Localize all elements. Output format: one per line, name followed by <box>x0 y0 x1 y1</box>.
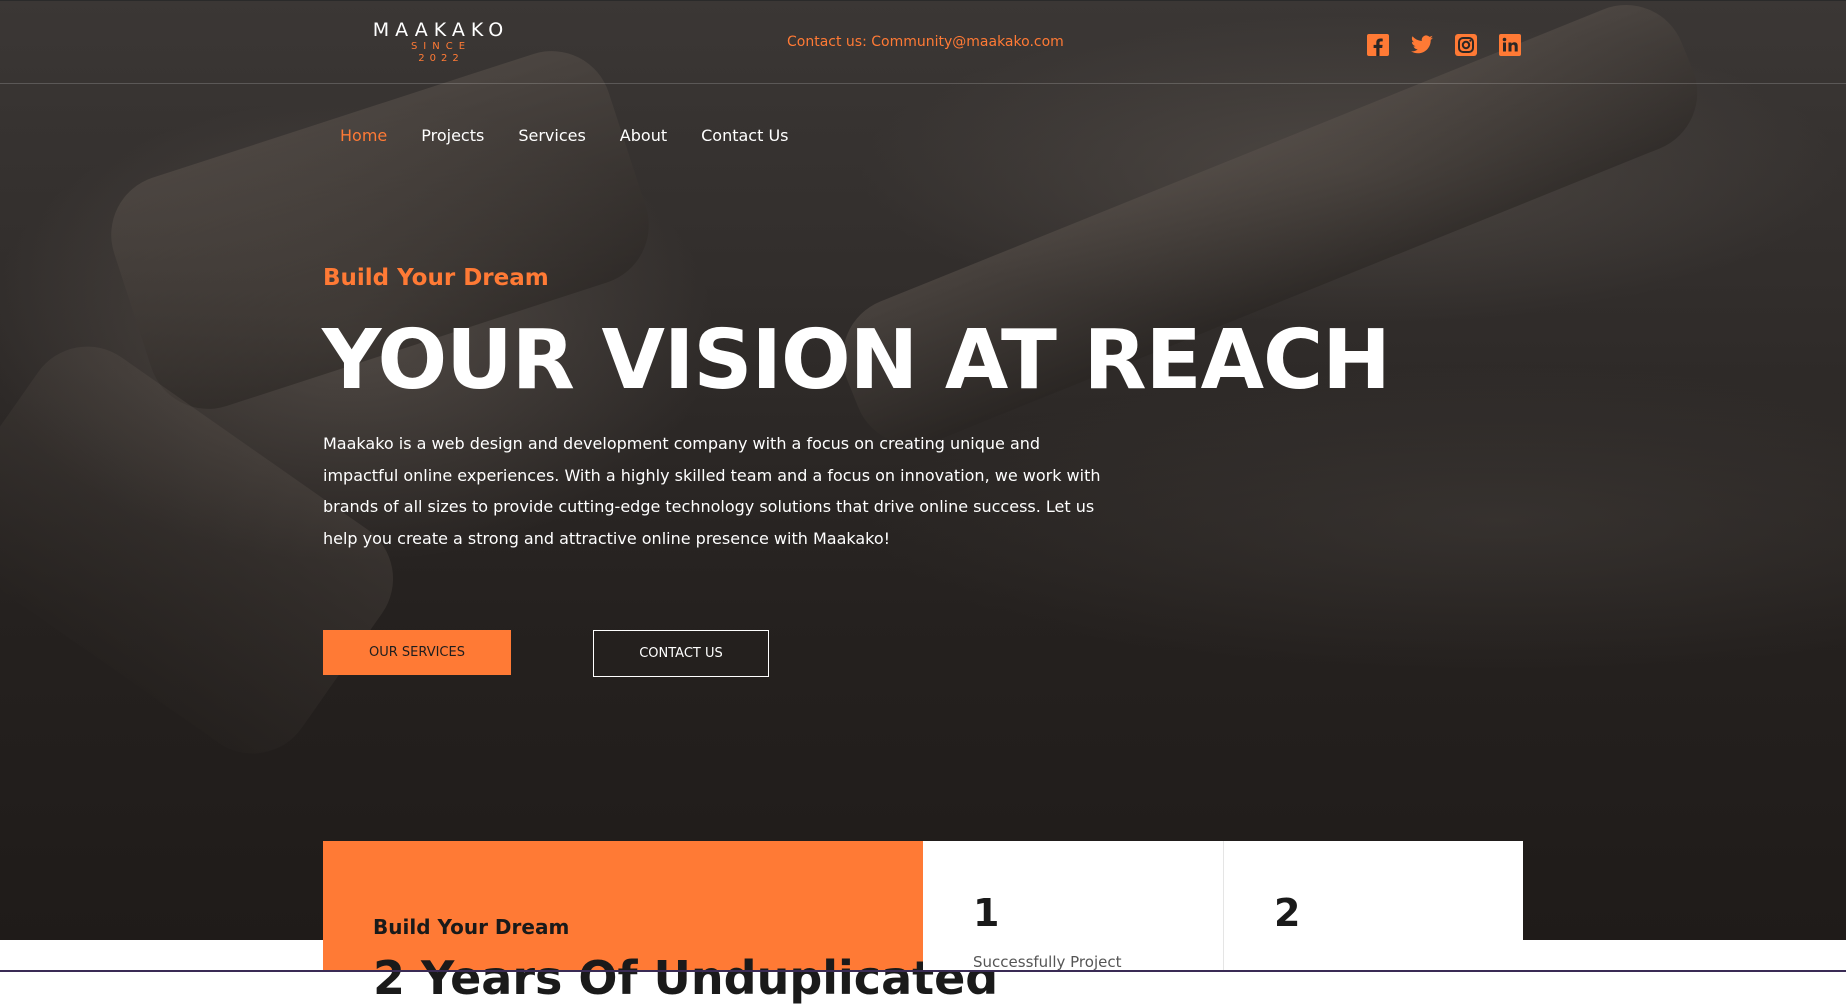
hero-description: Maakako is a web design and development … <box>323 434 1101 548</box>
instagram-icon[interactable] <box>1454 33 1478 57</box>
stats-highlight-panel: Build Your Dream 2 Years Of Unduplicated <box>323 841 998 1005</box>
stats-section: Build Your Dream 2 Years Of Unduplicated… <box>323 841 1523 1005</box>
nav-item-services[interactable]: Services <box>518 126 585 146</box>
twitter-icon[interactable] <box>1410 33 1434 57</box>
hero-headline: YOUR VISION AT REACH <box>322 313 1391 408</box>
nav-item-projects[interactable]: Projects <box>421 126 484 146</box>
hero-eyebrow: Build Your Dream <box>323 265 549 291</box>
logo[interactable]: MAAKAKO SINCE 2022 <box>363 19 519 65</box>
facebook-icon[interactable] <box>1366 33 1390 57</box>
main-nav: Home Projects Services About Contact Us <box>340 126 823 146</box>
nav-item-about[interactable]: About <box>620 126 667 146</box>
linkedin-icon[interactable] <box>1498 33 1522 57</box>
stat-number: 2 <box>1274 891 1301 935</box>
top-bar: MAAKAKO SINCE 2022 Contact us: Community… <box>0 0 1846 84</box>
stat-label: Successfully Project <box>973 953 1122 971</box>
nav-item-home[interactable]: Home <box>340 126 387 146</box>
stat-card: 1 Successfully Project <box>923 841 1223 972</box>
stats-heading: 2 Years Of Unduplicated <box>373 951 999 1005</box>
header-contact[interactable]: Contact us: Community@maakako.com <box>787 34 1064 50</box>
our-services-button[interactable]: OUR SERVICES <box>323 630 511 675</box>
logo-since: SINCE <box>410 41 472 52</box>
logo-name: MAAKAKO <box>372 19 510 41</box>
contact-us-button[interactable]: CONTACT US <box>593 630 769 677</box>
nav-item-contact-us[interactable]: Contact Us <box>701 126 788 146</box>
stats-kicker: Build Your Dream <box>373 915 570 939</box>
stat-number: 1 <box>973 891 1000 935</box>
stat-card: 2 <box>1223 841 1523 972</box>
logo-year: 2022 <box>418 53 464 64</box>
